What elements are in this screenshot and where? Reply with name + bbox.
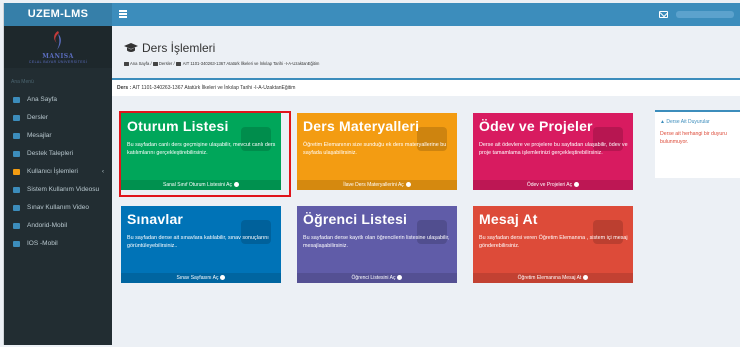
course-label: Ders : [117, 85, 132, 91]
book-icon [13, 115, 20, 121]
home-icon [13, 97, 20, 103]
video-icon [13, 187, 20, 193]
breadcrumb-courses[interactable]: Dersler [159, 61, 173, 66]
tile-footer-label: Öğretim Elemanına Mesaj At [517, 275, 582, 281]
sidebar-item-label: Dersler [27, 114, 48, 121]
tile-description: Bu sayfadan derse ait sınavlara katılabi… [127, 235, 269, 250]
tile-course-materials[interactable]: Ders Materyalleri Öğretim Elemanının size… [297, 113, 457, 190]
logo-line-2: CELAL BAYAR ÜNİVERSİTESİ [28, 60, 88, 64]
university-logo: MANISA CELAL BAYAR ÜNİVERSİTESİ [4, 26, 112, 68]
breadcrumb: Ana Sayfa / Dersler / AIT 1101-340263-13… [124, 61, 319, 66]
announcements-panel: ▲︎ Derse Ait Duyurular Derse ait herhang… [655, 110, 740, 178]
sidebar-item-label: Ana Sayfa [27, 96, 57, 103]
cap-icon [175, 61, 181, 66]
sidebar-item-label: Andorid-Mobil [27, 222, 68, 229]
video-icon [13, 223, 20, 229]
logo-emblem-icon [54, 31, 61, 50]
app-window: UZEM-LMS MANISA CELAL BAYAR ÜNİVERSİTESİ… [3, 3, 740, 345]
tile-footer-link[interactable]: Öğrenci Listesini Aç [297, 273, 457, 283]
tile-footer-link[interactable]: Ödev ve Projeleri Aç [473, 180, 633, 190]
menu-toggle-icon[interactable] [119, 10, 127, 18]
user-icon [13, 169, 20, 175]
tile-footer-label: Ödev ve Projeleri Aç [526, 182, 573, 188]
arrow-circle-right-icon [405, 181, 411, 187]
logo-line-1: MANISA [42, 53, 74, 60]
sidebar: MANISA CELAL BAYAR ÜNİVERSİTESİ Ana Menü… [4, 26, 112, 345]
envelope-icon [13, 133, 20, 139]
tile-title: Sınavlar [127, 211, 184, 227]
sidebar-item[interactable]: Destek Talepleri [4, 145, 112, 163]
arrow-circle-right-icon [583, 274, 589, 280]
sidebar-item-label: Sistem Kullanım Videosu [27, 186, 100, 193]
sidebar-item[interactable]: IOS -Mobil [4, 235, 112, 253]
app-brand[interactable]: UZEM-LMS [4, 3, 112, 26]
breadcrumb-course: AIT 1101-340263-1367 Atatürk İlkeleri ve… [182, 61, 320, 66]
course-info: Ders : AIT 1101-340263-1367 Atatürk İlke… [117, 85, 295, 91]
sidebar-header: Ana Menü [11, 79, 34, 85]
video-icon [13, 205, 20, 211]
user-menu[interactable] [676, 11, 734, 18]
tile-footer-link[interactable]: Öğretim Elemanına Mesaj At [473, 273, 633, 283]
page-title: Ders İşlemleri [142, 41, 216, 55]
book-icon [152, 61, 158, 66]
tile-exams[interactable]: Sınavlar Bu sayfadan derse ait sınavlara … [121, 206, 281, 283]
arrow-circle-right-icon [220, 274, 226, 280]
breadcrumb-home[interactable]: Ana Sayfa [130, 61, 149, 66]
tile-footer-label: İlave Ders Materyallerini Aç [343, 182, 404, 188]
tile-description: Derse ait ödevlere ve projelere bu sayfa… [479, 142, 628, 157]
tile-title: Ders Materyalleri [303, 118, 420, 134]
dashboard-icon [124, 61, 129, 66]
sidebar-item[interactable]: Andorid-Mobil [4, 217, 112, 235]
sidebar-item[interactable]: Sınav Kullanım Video [4, 199, 112, 217]
tile-footer-label: Sınav Sayfasını Aç [176, 275, 219, 281]
sidebar-item[interactable]: Dersler [4, 109, 112, 127]
sidebar-item[interactable]: Ana Sayfa [4, 91, 112, 109]
top-navbar: UZEM-LMS [4, 3, 740, 26]
sidebar-item-label: Sınav Kullanım Video [27, 204, 90, 211]
tile-description: Bu sayfadan derse kayıtlı olan öğrencile… [303, 235, 450, 250]
course-info-bar: Ders : AIT 1101-340263-1367 Atatürk İlke… [112, 78, 740, 96]
tile-title: Mesaj At [479, 211, 538, 227]
arrow-circle-right-icon [397, 274, 403, 280]
tile-footer-link[interactable]: Sınav Sayfasını Aç [121, 273, 281, 283]
course-name: AIT 1101-340263-1367 Atatürk İlkeleri ve… [132, 85, 296, 91]
graduation-cap-icon [124, 43, 138, 52]
video-icon [13, 241, 20, 247]
tile-student-list[interactable]: Öğrenci Listesi Bu sayfadan derse kayıtlı… [297, 206, 457, 283]
support-icon [13, 151, 20, 157]
tile-assignments-projects[interactable]: Ödev ve Projeler Derse ait ödevlere ve pr… [473, 113, 633, 190]
sidebar-item[interactable]: Mesajlar [4, 127, 112, 145]
sidebar-item-label: Kullanıcı İşlemleri [27, 168, 78, 175]
announcements-title: ▲︎ Derse Ait Duyurular [660, 119, 710, 125]
tile-footer-link[interactable]: İlave Ders Materyallerini Aç [297, 180, 457, 190]
sidebar-item-label: Destek Talepleri [27, 150, 74, 157]
chevron-left-icon: ‹ [102, 169, 104, 175]
sidebar-item[interactable]: Sistem Kullanım Videosu [4, 181, 112, 199]
tile-description: Öğretim Elemanının size sunduğu ek ders … [303, 142, 447, 157]
arrow-circle-right-icon [574, 181, 580, 187]
tile-send-message[interactable]: Mesaj At Bu sayfadan dersi veren Öğretim … [473, 206, 633, 283]
sidebar-item-label: IOS -Mobil [27, 240, 58, 247]
envelope-icon[interactable] [659, 11, 668, 18]
tile-description: Bu sayfadan dersi veren Öğretim Elemanın… [479, 235, 628, 250]
highlight-box [119, 111, 291, 197]
announcements-body: Derse ait herhangi bir duyuru bulunmuyor… [660, 131, 727, 145]
tile-footer-label: Öğrenci Listesini Aç [351, 275, 396, 281]
tile-title: Öğrenci Listesi [303, 211, 408, 227]
sidebar-item-label: Mesajlar [27, 132, 52, 139]
sidebar-item[interactable]: Kullanıcı İşlemleri ‹ [4, 163, 112, 181]
tile-title: Ödev ve Projeler [479, 118, 593, 134]
